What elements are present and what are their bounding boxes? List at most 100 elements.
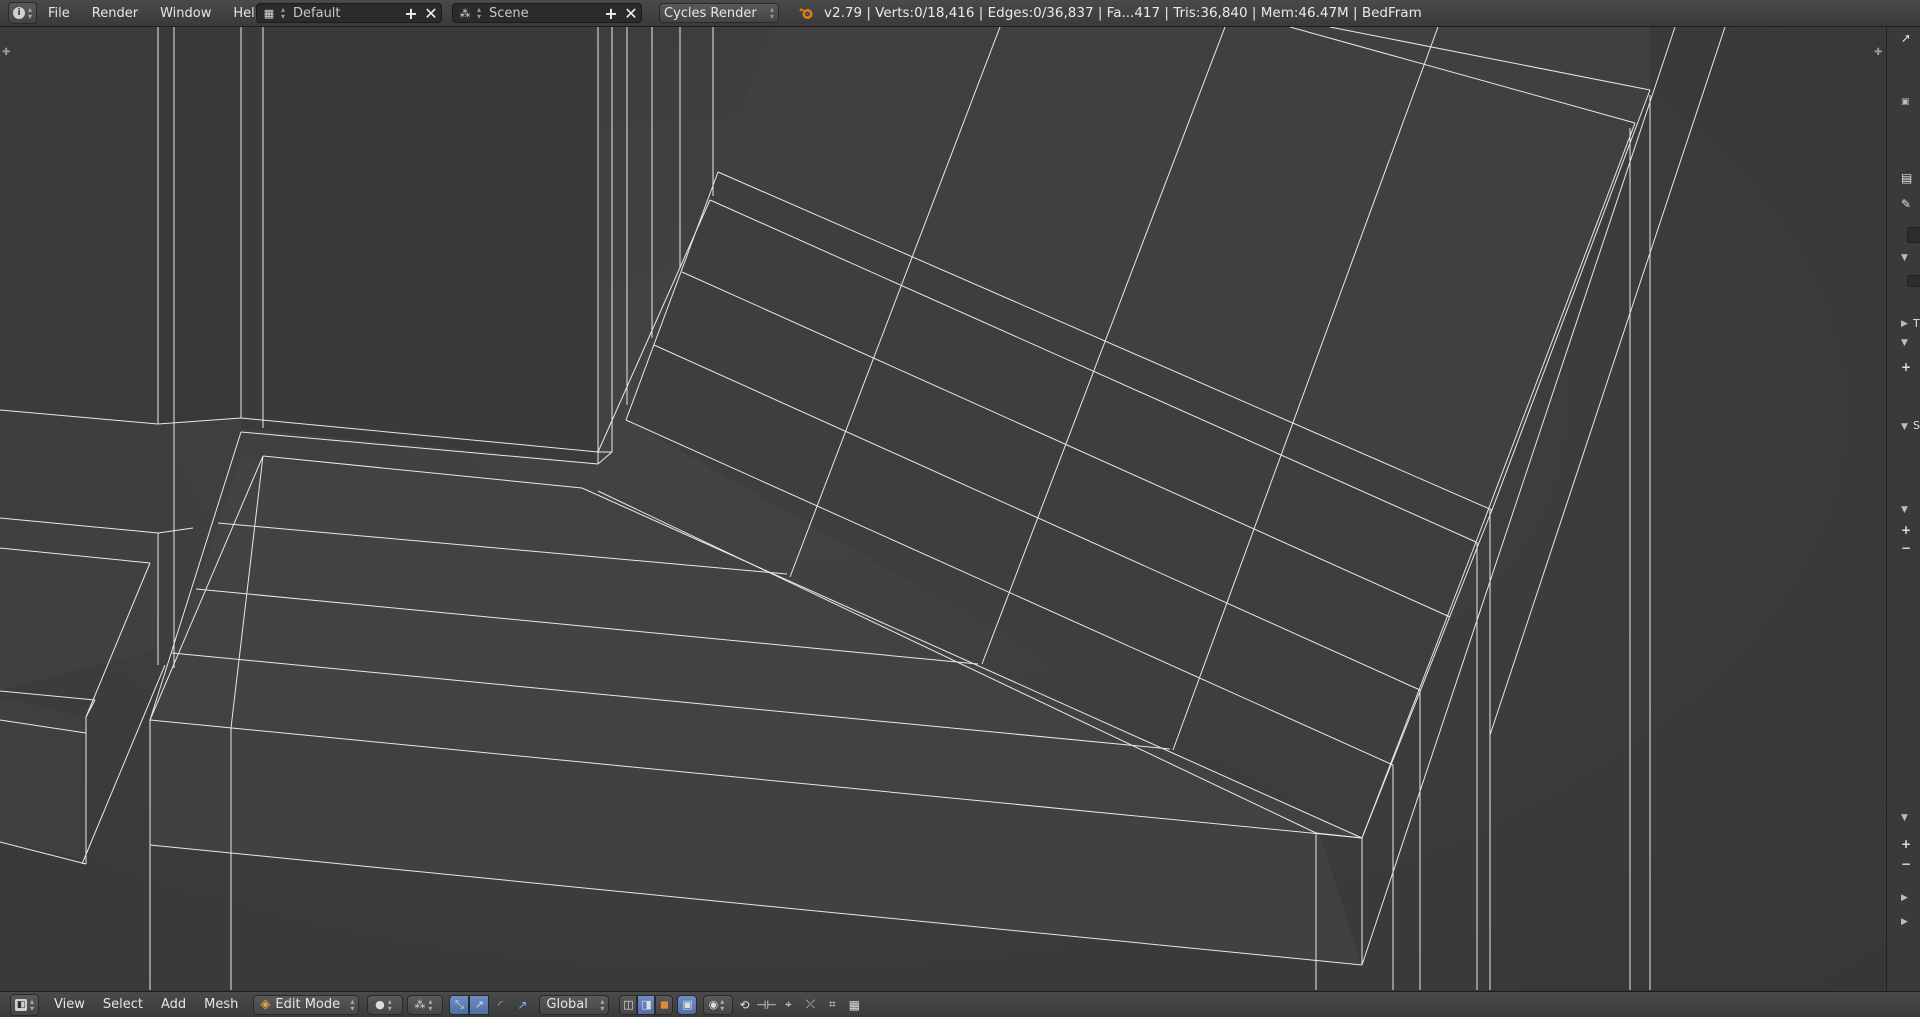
menu-render[interactable]: Render: [81, 0, 149, 27]
scene-selector[interactable]: ⁂ ▴ ▾ Scene + ✕: [452, 3, 642, 23]
info-header: i ▴ ▾ File Render Window Help ▦ ▴ ▾ Defaul…: [0, 0, 1920, 27]
area-split-icon[interactable]: ✚: [1874, 47, 1882, 58]
camera-icon[interactable]: ▣: [1901, 97, 1910, 107]
3d-viewport[interactable]: ✚ ✚: [0, 27, 1886, 991]
updown-arrows-icon: ▴ ▾: [28, 5, 33, 21]
menu-mesh[interactable]: Mesh: [195, 992, 247, 1017]
snap-icon: ⊣⊢: [755, 997, 777, 1012]
snap-toggle-button[interactable]: ⤫: [799, 995, 821, 1015]
render-preview-button[interactable]: ⌗: [821, 995, 843, 1015]
camera-icon: ⌗: [829, 997, 836, 1011]
editor-type-selector[interactable]: i ▴ ▾: [8, 2, 38, 24]
blender-logo-icon: [799, 8, 813, 19]
edge-select-icon: ◨: [641, 998, 652, 1011]
minus-icon[interactable]: −: [1901, 541, 1911, 555]
render-engine-selector[interactable]: Cycles Render ▴ ▾: [659, 3, 779, 23]
updown-arrows-icon: ▴ ▾: [350, 996, 355, 1013]
delete-scene-button[interactable]: ✕: [621, 4, 641, 23]
menu-select[interactable]: Select: [94, 992, 152, 1017]
menu-file[interactable]: File: [37, 0, 81, 27]
snap-target-button[interactable]: ⌖: [777, 995, 799, 1015]
translate-manipulator-button[interactable]: ↗: [469, 994, 490, 1015]
pivot-icon: ⁂: [414, 998, 426, 1011]
updown-arrows-icon: ▴ ▾: [281, 5, 286, 21]
proportional-edit-icon: ◉: [708, 998, 719, 1011]
3d-view-icon: ◧: [15, 998, 27, 1011]
screen-layout-name[interactable]: Default: [289, 6, 401, 21]
delete-layout-button[interactable]: ✕: [421, 4, 441, 23]
edge-select-mode-button[interactable]: ◨: [637, 994, 656, 1015]
vertex-select-icon: ◫: [623, 998, 634, 1011]
proportional-editing-selector[interactable]: ◉ ▴ ▾: [703, 994, 734, 1015]
mesh-faces: [0, 27, 1650, 965]
plus-icon[interactable]: +: [1901, 523, 1911, 537]
scale-icon: ↗: [517, 997, 528, 1012]
scene-icon: ⁂: [459, 6, 471, 20]
snap-magnet-icon: ⤫: [805, 997, 816, 1011]
triangle-right-icon[interactable]: ▶: [1901, 893, 1908, 903]
screen-layout-selector[interactable]: ▦ ▴ ▾ Default + ✕: [256, 3, 442, 23]
mesh-wireframe: [0, 27, 1726, 990]
chevron-down-icon[interactable]: ▼: [1901, 505, 1908, 515]
snap-element-selector[interactable]: ⊣⊢: [755, 995, 777, 1015]
vertex-select-mode-button[interactable]: ◫: [619, 994, 638, 1015]
add-layout-button[interactable]: +: [401, 4, 421, 23]
face-select-icon: ◼: [659, 998, 669, 1011]
menu-add[interactable]: Add: [152, 992, 195, 1017]
screen-layout-icon: ▦: [263, 6, 275, 20]
snap-target-icon: ⌖: [785, 997, 792, 1011]
pin-icon[interactable]: ✎: [1901, 197, 1911, 211]
plus-icon[interactable]: +: [1901, 360, 1911, 374]
updown-arrows-icon: ▴ ▾: [477, 5, 482, 21]
triangle-right-icon[interactable]: ▶: [1901, 917, 1908, 927]
triangle-right-icon[interactable]: ▶: [1901, 319, 1908, 329]
scene-statistics: v2.79 | Verts:0/18,416 | Edges:0/36,837 …: [824, 5, 1422, 21]
viewport-shading-selector[interactable]: ● ▴ ▾: [367, 994, 404, 1015]
face-select-mode-button[interactable]: ◼: [655, 994, 674, 1015]
render-engine-label: Cycles Render: [664, 5, 757, 21]
property-field[interactable]: [1907, 275, 1920, 287]
interaction-mode-selector[interactable]: ◈ Edit Mode ▴ ▾: [253, 994, 360, 1015]
info-icon: i: [13, 7, 25, 19]
editor-type-selector[interactable]: ◧ ▴ ▾: [10, 993, 40, 1016]
rotate-icon: ◜: [498, 997, 503, 1012]
updown-arrows-icon: ▴ ▾: [600, 996, 605, 1013]
3d-view-header: ◧ ▴ ▾ View Select Add Mesh ◈ Edit Mode ▴ ▾…: [0, 991, 1920, 1017]
edit-mode-icon: ◈: [260, 997, 271, 1012]
chevron-down-icon[interactable]: ▼: [1901, 253, 1908, 263]
menu-window[interactable]: Window: [149, 0, 222, 27]
minus-icon[interactable]: −: [1901, 857, 1911, 871]
solid-shading-icon: ●: [375, 998, 385, 1011]
property-field[interactable]: [1907, 227, 1920, 243]
manipulator-icon: ⤡: [454, 997, 464, 1011]
area-split-icon[interactable]: ✚: [2, 47, 10, 58]
scene-name[interactable]: Scene: [485, 6, 601, 21]
rotate-manipulator-button[interactable]: ◜: [489, 995, 511, 1015]
interaction-mode-label: Edit Mode: [275, 997, 341, 1012]
view-icon[interactable]: ▤: [1901, 171, 1912, 185]
opengl-render-button[interactable]: ▦: [843, 995, 865, 1015]
manipulator-toggle-button[interactable]: ⤡: [449, 994, 470, 1015]
panel-label: T: [1913, 317, 1920, 330]
falloff-icon: ⟲: [739, 997, 750, 1012]
plus-icon[interactable]: +: [1901, 837, 1911, 851]
transform-orientation-label: Global: [546, 997, 588, 1012]
pointer-icon[interactable]: ➚: [1901, 31, 1911, 45]
add-scene-button[interactable]: +: [601, 4, 621, 23]
menu-view[interactable]: View: [45, 992, 94, 1017]
limit-selection-visible-button[interactable]: ▣: [677, 994, 698, 1015]
chevron-down-icon[interactable]: ▼: [1901, 813, 1908, 823]
updown-arrows-icon: ▴ ▾: [428, 996, 433, 1013]
chevron-down-icon[interactable]: ▼: [1901, 422, 1908, 432]
clapper-icon: ▦: [848, 997, 861, 1012]
chevron-down-icon[interactable]: ▼: [1901, 338, 1908, 348]
updown-arrows-icon: ▴ ▾: [387, 996, 392, 1013]
scale-manipulator-button[interactable]: ↗: [511, 995, 533, 1015]
pivot-point-selector[interactable]: ⁂ ▴ ▾: [407, 994, 444, 1015]
panel-label: S: [1913, 419, 1920, 432]
transform-orientation-selector[interactable]: Global ▴ ▾: [539, 994, 610, 1015]
properties-region[interactable]: ➚ ▣ ▤ ✎ ▼ ▶ T ▼ + ▼ S ▼ + − ▼ + − ▶ ▶: [1886, 27, 1920, 991]
updown-arrows-icon: ▴ ▾: [720, 996, 725, 1013]
proportional-falloff-button[interactable]: ⟲: [733, 995, 755, 1015]
blender-window: i ▴ ▾ File Render Window Help ▦ ▴ ▾ Defaul…: [0, 0, 1920, 1017]
